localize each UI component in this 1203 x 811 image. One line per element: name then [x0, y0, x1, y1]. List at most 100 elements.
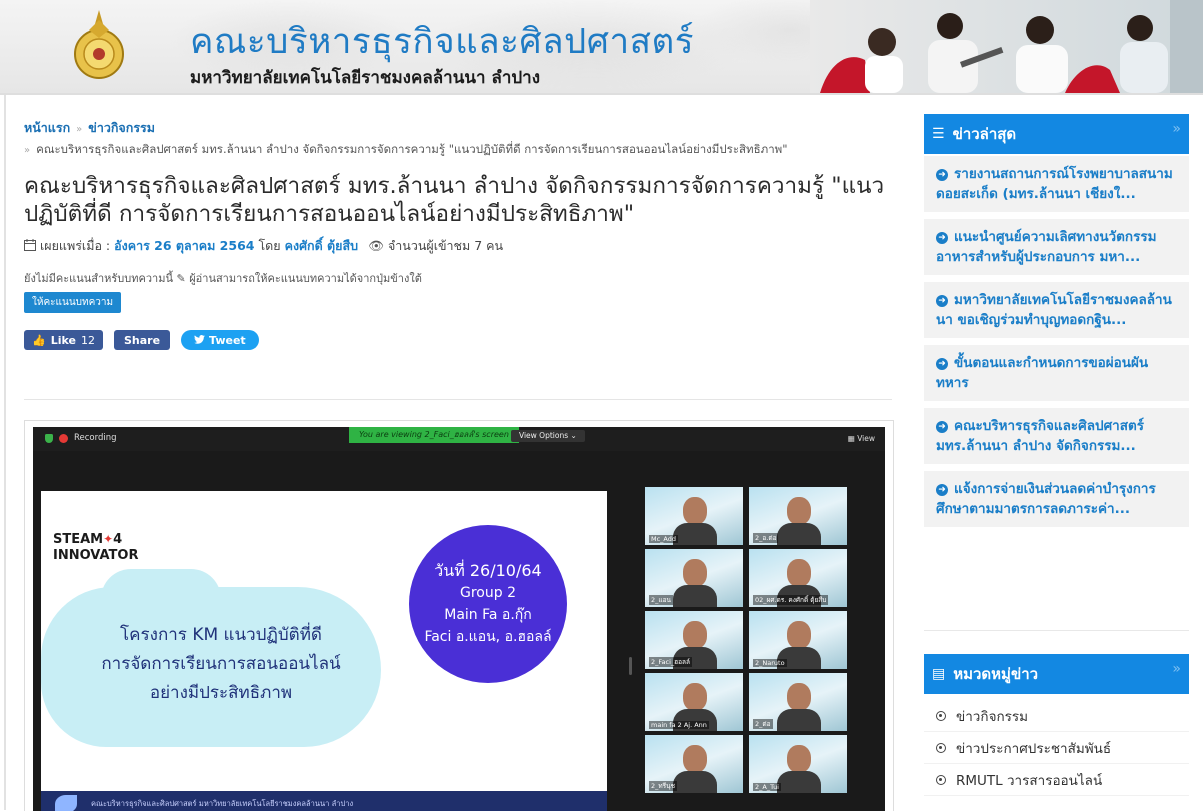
- participant-face: [683, 497, 707, 525]
- arrow-right-circle-icon: ➜: [936, 421, 948, 433]
- participant-name: 2_ทรีนุช: [649, 781, 678, 791]
- participant-body: [777, 709, 821, 731]
- view-label: ▦ View: [847, 434, 875, 443]
- news-item[interactable]: ➜ แนะนำศูนย์ความเลิศทางนวัตกรรมอาหารสำหรั…: [924, 219, 1189, 275]
- logo-line1: STEAM: [53, 532, 104, 547]
- arrow-right-circle-icon: ➜: [936, 358, 948, 370]
- chevron-right-icon[interactable]: »: [1172, 661, 1181, 677]
- published-date[interactable]: อังคาร 26 ตุลาคม 2564: [114, 236, 254, 256]
- circle-dot-icon: [936, 774, 946, 785]
- university-seal-logo[interactable]: [73, 8, 125, 80]
- circle-dot-icon: [936, 710, 946, 721]
- bird-logo-icon: [55, 795, 77, 811]
- participant-face: [683, 683, 707, 711]
- participant-tile: 2_ต่อ: [749, 673, 847, 731]
- category-item[interactable]: ข่าวประกาศประชาสัมพันธ์: [924, 732, 1189, 764]
- arrow-right-circle-icon: ➜: [936, 169, 948, 181]
- shared-slide: STEAM✦4 INNOVATOR โครงการ KM แนวปฏิบัติท…: [41, 491, 607, 811]
- recording-label: Recording: [74, 433, 117, 443]
- participant-tile: 2_Faci_ฮอลล์: [645, 611, 743, 669]
- rating-text: ยังไม่มีคะแนนสำหรับบทความนี้: [24, 272, 173, 285]
- km-line1: โครงการ KM แนวปฏิบัติที่ดี: [120, 625, 322, 645]
- breadcrumb-current: คณะบริหารธุรกิจและศิลปศาสตร์ มทร.ล้านนา …: [36, 142, 788, 156]
- calendar-icon: [24, 238, 36, 254]
- article-meta: เผยแพร่เมื่อ : อังคาร 26 ตุลาคม 2564 โดย…: [24, 236, 892, 256]
- participant-body: [673, 771, 717, 793]
- participant-tile: 2_แอน: [645, 549, 743, 607]
- participant-name: 02_ผศ.ดร. คงศักดิ์ ตุ้ยสืบ: [753, 595, 829, 605]
- chevron-right-icon[interactable]: »: [1172, 121, 1181, 137]
- author-link[interactable]: คงศักดิ์ ตุ้ยสืบ: [285, 236, 358, 256]
- news-item-label: ขั้นตอนและกำหนดการขอผ่อนผันทหาร: [936, 355, 1149, 391]
- participant-name: Mc_Add: [649, 535, 679, 543]
- tweet-button[interactable]: Tweet: [181, 330, 259, 350]
- participant-name: main fa 2 Aj. Ann: [649, 721, 709, 729]
- logo-suffix: 4: [113, 532, 123, 547]
- participant-body: [777, 771, 821, 793]
- rating-info: ยังไม่มีคะแนนสำหรับบทความนี้ ✎ ผู้อ่านสา…: [24, 269, 892, 287]
- article-title: คณะบริหารธุรกิจและศิลปศาสตร์ มทร.ล้านนา …: [24, 173, 885, 227]
- category-label: ข่าวกิจกรรม: [956, 708, 1029, 725]
- facebook-like-button[interactable]: 👍 Like 12: [24, 330, 103, 350]
- pencil-icon: ✎: [176, 272, 186, 285]
- session-main-fa: Main Fa อ.กุ๊ก: [444, 607, 532, 623]
- news-item[interactable]: ➜ ขั้นตอนและกำหนดการขอผ่อนผันทหาร: [924, 345, 1189, 401]
- session-info-circle: วันที่ 26/10/64 Group 2 Main Fa อ.กุ๊ก F…: [409, 525, 567, 683]
- category-title: หมวดหมู่ข่าว: [953, 665, 1039, 683]
- participant-body: [673, 523, 717, 545]
- record-dot-icon: [59, 433, 68, 443]
- newspaper-icon: ▤: [932, 666, 946, 682]
- participant-face: [683, 745, 707, 773]
- content-divider: [24, 399, 892, 400]
- participant-name: 2_A_Tui: [753, 783, 781, 791]
- article-image[interactable]: Recording You are viewing 2_Faci_ฮอลล์'s…: [24, 420, 894, 811]
- participant-face: [787, 745, 811, 773]
- shield-icon: [45, 433, 53, 443]
- news-item-label: แจ้งการจ่ายเงินส่วนลดค่าบำรุงการศึกษาตาม…: [936, 481, 1156, 517]
- participant-tile: 2_A_Tui: [749, 735, 847, 793]
- facebook-share-button[interactable]: Share: [113, 330, 171, 350]
- tweet-label: Tweet: [209, 333, 246, 347]
- participant-face: [683, 621, 707, 649]
- news-item[interactable]: ➜ คณะบริหารธุรกิจและศิลปศาสตร์ มทร.ล้านนา…: [924, 408, 1189, 464]
- participant-tile: 02_ผศ.ดร. คงศักดิ์ ตุ้ยสืบ: [749, 549, 847, 607]
- university-subtitle: มหาวิทยาลัยเทคโนโลยีราชมงคลล้านนา ลำปาง: [190, 68, 541, 88]
- slide-footer-text: คณะบริหารธุรกิจและศิลปศาสตร์ มหาวิทยาลัย…: [91, 799, 354, 808]
- eye-icon: 👁: [368, 238, 384, 253]
- breadcrumb: หน้าแรก » ข่าวกิจกรรม » คณะบริหารธุรกิจและศ…: [24, 118, 892, 160]
- rate-article-button[interactable]: ให้คะแนนบทความ: [24, 292, 122, 313]
- category-label: RMUTL วารสารออนไลน์: [956, 772, 1103, 789]
- category-item[interactable]: ข่าวกิจกรรม: [924, 700, 1189, 732]
- sidebar-divider: [924, 630, 1189, 631]
- viewing-screen-banner: You are viewing 2_Faci_ฮอลล์'s screen: [349, 427, 519, 443]
- like-count: 12: [80, 333, 95, 347]
- category-item[interactable]: RMUTL วารสารออนไลน์: [924, 764, 1189, 796]
- zoom-meeting-screenshot: Recording You are viewing 2_Faci_ฮอลล์'s…: [33, 427, 885, 811]
- participant-name: 2_Naruto: [753, 659, 787, 667]
- news-item[interactable]: ➜ รายงานสถานการณ์โรงพยาบาลสนามดอยสะเก็ด (…: [924, 156, 1189, 212]
- news-item-label: แนะนำศูนย์ความเลิศทางนวัตกรรมอาหารสำหรับ…: [936, 229, 1157, 265]
- view-options-button: View Options ⌄: [511, 430, 585, 442]
- breadcrumb-home-link[interactable]: หน้าแรก: [24, 120, 70, 135]
- circle-dot-icon: [936, 742, 946, 753]
- participant-name: 2_ต่อ: [753, 719, 773, 729]
- km-project-text: โครงการ KM แนวปฏิบัติที่ดี การจัดการเรีย…: [71, 621, 371, 708]
- session-date: วันที่ 26/10/64: [434, 561, 542, 580]
- faculty-title[interactable]: คณะบริหารธุรกิจและศิลปศาสตร์: [190, 14, 694, 69]
- header-divider: [0, 93, 1203, 95]
- breadcrumb-section-link[interactable]: ข่าวกิจกรรม: [88, 120, 155, 135]
- participant-tile: main fa 2 Aj. Ann: [645, 673, 743, 731]
- breadcrumb-separator: »: [76, 124, 83, 135]
- logo-line2: INNOVATOR: [53, 548, 139, 563]
- news-item-label: รายงานสถานการณ์โรงพยาบาลสนามดอยสะเก็ด (ม…: [936, 166, 1173, 202]
- participant-name: 2_Faci_ฮอลล์: [649, 657, 692, 667]
- twitter-bird-icon: [194, 334, 205, 347]
- news-item[interactable]: ➜ มหาวิทยาลัยเทคโนโลยีราชมงคลล้านนา ขอเชิ…: [924, 282, 1189, 338]
- latest-news-title: ข่าวล่าสุด: [952, 125, 1017, 143]
- menu-icon: ☰: [932, 126, 945, 142]
- news-item[interactable]: ➜ แจ้งการจ่ายเงินส่วนลดค่าบำรุงการศึกษาตา…: [924, 471, 1189, 527]
- participant-name: 2_แอน: [649, 595, 673, 605]
- latest-news-header: ☰ ข่าวล่าสุด »: [924, 114, 1189, 154]
- content-left-border: [4, 95, 6, 810]
- participant-face: [787, 621, 811, 649]
